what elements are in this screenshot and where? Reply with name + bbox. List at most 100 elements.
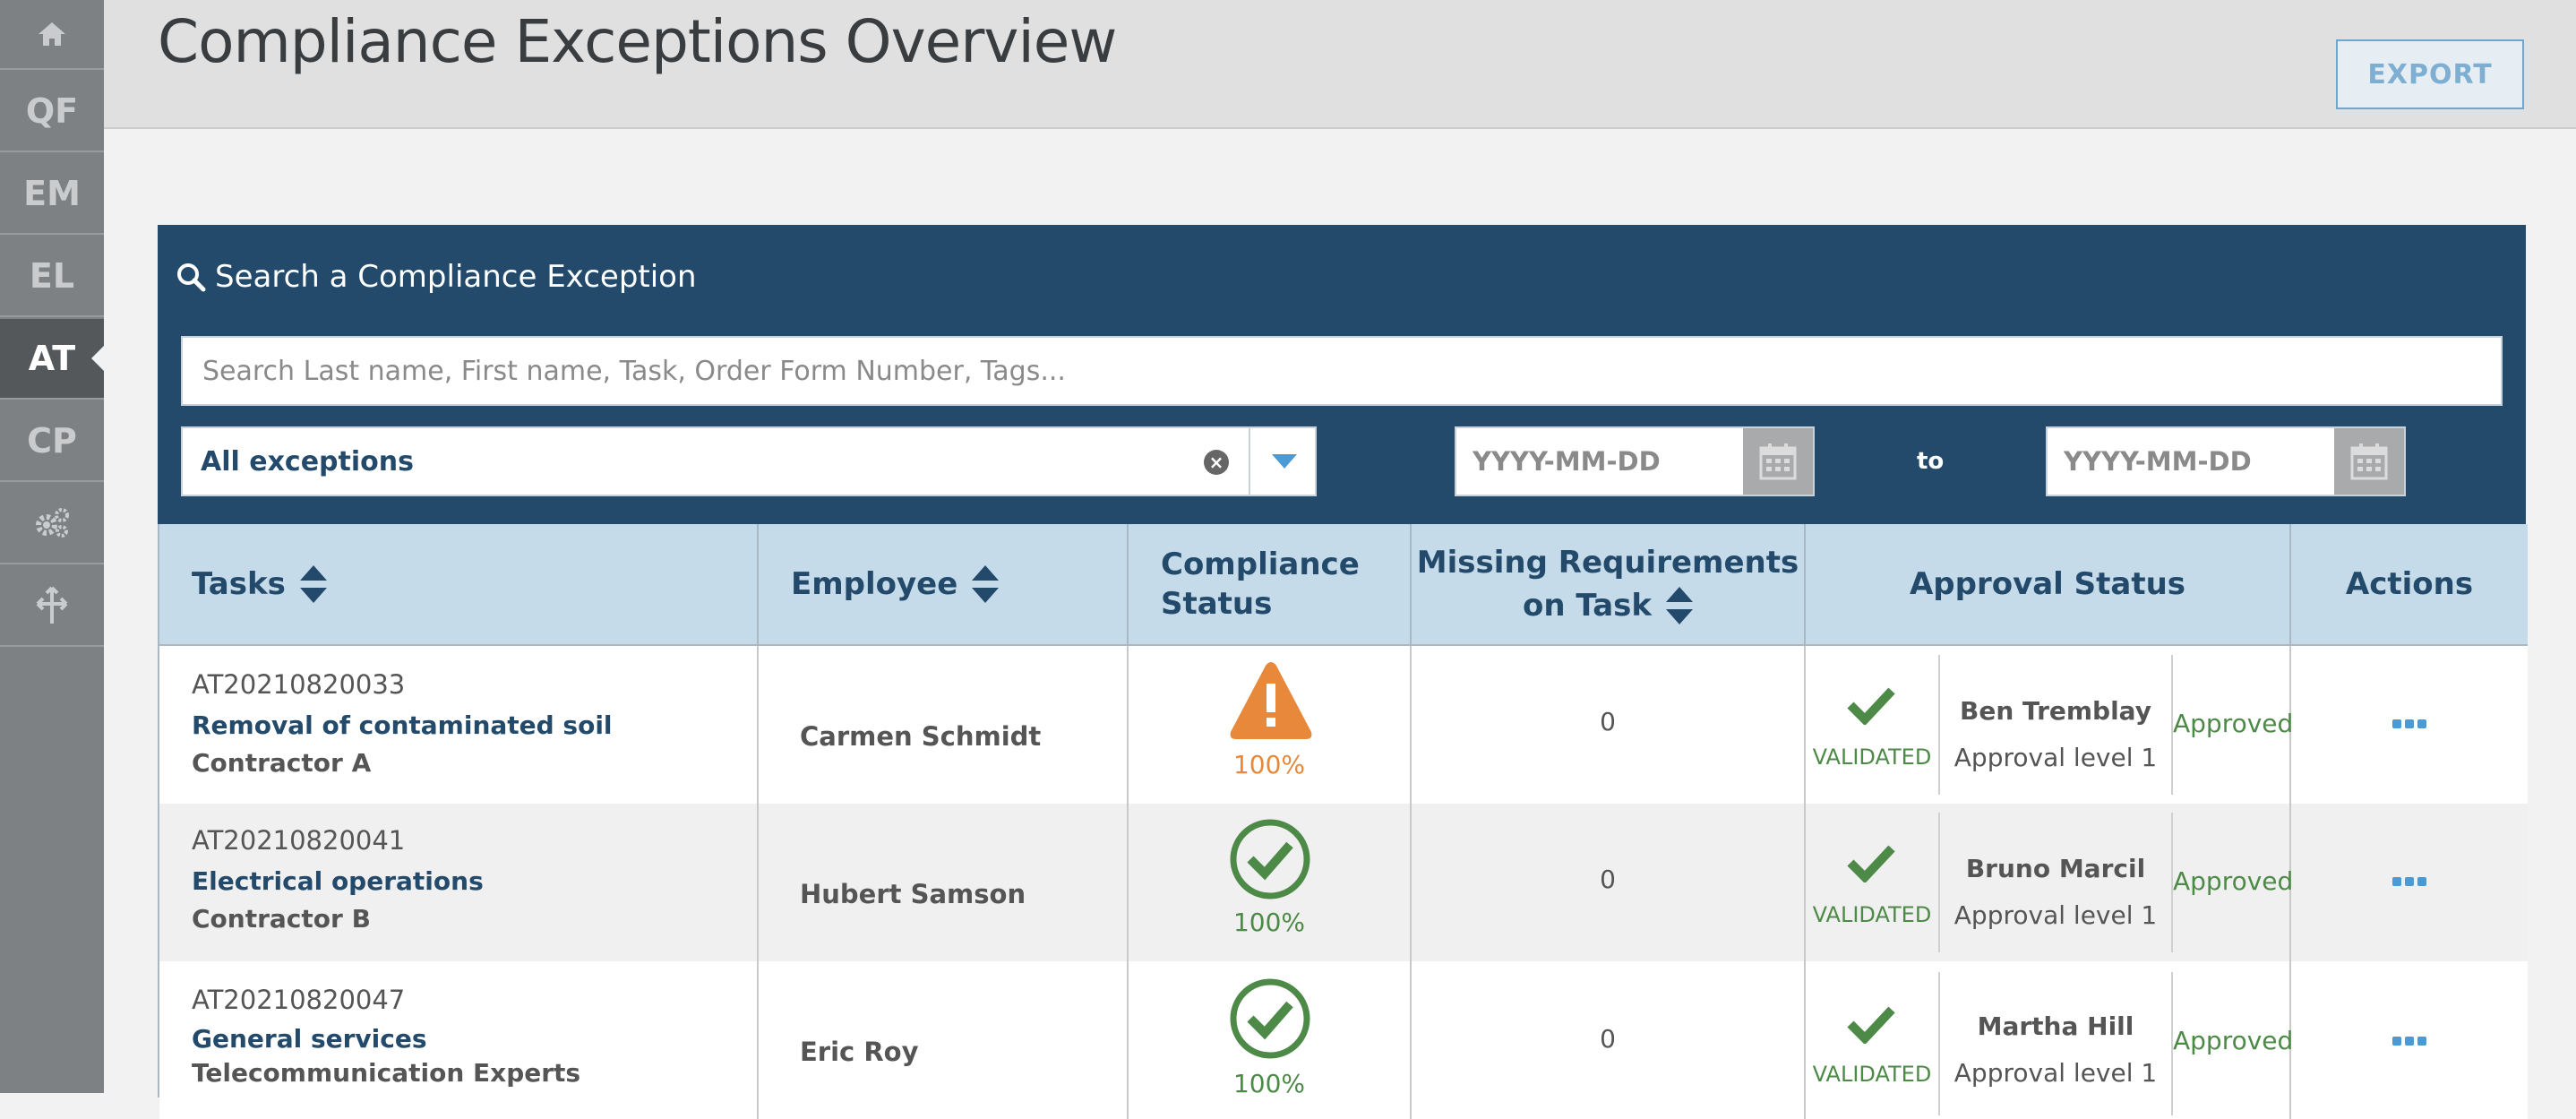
column-header-compliance: Compliance Status [1129,524,1412,644]
column-header-tasks[interactable]: Tasks [159,524,759,644]
employee-name: Hubert Samson [800,879,1026,909]
missing-count: 0 [1600,707,1616,736]
actions-cell [2291,646,2528,804]
approval-cell: VALIDATED Ben Tremblay Approval level 1 … [1806,646,2293,804]
validation-block: VALIDATED [1806,961,1938,1119]
column-header-employee[interactable]: Employee [759,524,1129,644]
table-row[interactable]: AT20210820033 Removal of contaminated so… [159,646,2528,804]
calendar-icon [2350,443,2388,480]
sidebar-item-label: AT [28,339,76,378]
status-badge: Approved [2173,1026,2294,1055]
approver-block: Bruno Marcil Approval level 1 [1940,804,2171,961]
date-from-calendar-button[interactable] [1743,428,1813,495]
approver-block: Ben Tremblay Approval level 1 [1940,646,2171,804]
task-cell: AT20210820047 General services Telecommu… [159,961,759,1119]
sidebar-item-move[interactable] [0,566,104,647]
sidebar-item-settings[interactable] [0,484,104,564]
search-icon [177,263,206,292]
task-cell: AT20210820041 Electrical operations Cont… [159,804,759,961]
chevron-down-icon [1272,454,1297,469]
task-contractor: Telecommunication Experts [192,1058,581,1088]
date-to-placeholder: YYYY-MM-DD [2064,446,2252,477]
validated-label: VALIDATED [1812,1062,1932,1087]
column-header-approval: Approval Status [1806,524,2291,644]
missing-count: 0 [1600,1024,1616,1054]
check-circle-icon [1230,819,1310,900]
sidebar-item-em[interactable]: EM [0,154,104,235]
approval-cell: VALIDATED Martha Hill Approval level 1 A… [1806,961,2294,1119]
task-name-link[interactable]: Electrical operations [192,866,484,896]
missing-count: 0 [1600,865,1616,894]
more-actions-icon[interactable] [2291,877,2528,886]
gears-icon [36,508,69,538]
sort-icon[interactable] [1666,587,1693,624]
sidebar-item-cp[interactable]: CP [0,401,104,482]
validation-block: VALIDATED [1806,646,1938,804]
column-header-missing[interactable]: Missing Requirements on Task [1412,524,1806,644]
task-name-link[interactable]: General services [192,1024,427,1054]
status-block: Approved [2173,804,2294,961]
date-range-to-label: to [1917,448,1945,475]
sidebar-item-label: CP [27,421,77,461]
sidebar: QF EM EL AT CP [0,0,104,1093]
compliance-cell: 100% [1129,804,1412,961]
sidebar-item-label: QF [25,91,79,131]
approval-cell: VALIDATED Bruno Marcil Approval level 1 … [1806,804,2294,961]
sort-icon[interactable] [299,565,327,603]
clear-icon[interactable]: × [1204,450,1229,475]
column-header-actions: Actions [2291,524,2528,644]
actions-cell [2291,804,2528,961]
date-to-field[interactable]: YYYY-MM-DD [2046,426,2406,496]
employee-name: Carmen Schmidt [800,721,1042,752]
column-header-line2: on Task [1523,584,1693,627]
approver-block: Martha Hill Approval level 1 [1940,961,2171,1119]
compliance-percent: 100% [1232,750,1306,779]
table-row[interactable]: AT20210820047 General services Telecommu… [159,961,2528,1119]
column-header-label: Compliance [1161,547,1360,582]
warning-icon [1230,662,1312,739]
date-to-calendar-button[interactable] [2334,428,2404,495]
search-input[interactable]: Search Last name, First name, Task, Orde… [181,336,2503,406]
task-name-link[interactable]: Removal of contaminated soil [192,710,613,740]
filter-value: All exceptions [201,445,414,478]
sidebar-item-at[interactable]: AT [0,319,104,400]
missing-cell: 0 [1412,961,1806,1119]
sidebar-item-qf[interactable]: QF [0,72,104,152]
task-id: AT20210820041 [192,825,406,856]
sidebar-item-home[interactable] [0,0,104,70]
validated-label: VALIDATED [1812,745,1932,770]
status-block: Approved [2173,961,2294,1119]
status-badge: Approved [2173,866,2294,896]
employee-cell: Carmen Schmidt [759,646,1129,804]
table-header: Tasks Employee Compliance Status Missing… [159,524,2528,646]
employee-name: Eric Roy [800,1037,919,1067]
date-from-field[interactable]: YYYY-MM-DD [1455,426,1815,496]
missing-cell: 0 [1412,646,1806,804]
exception-filter-select[interactable]: All exceptions × [181,426,1317,496]
check-circle-icon [1230,978,1310,1059]
sidebar-item-el[interactable]: EL [0,237,104,317]
employee-cell: Hubert Samson [759,804,1129,961]
task-cell: AT20210820033 Removal of contaminated so… [159,646,759,804]
calendar-icon [1759,443,1797,480]
checkmark-icon [1847,1006,1895,1044]
actions-cell [2291,961,2528,1119]
sidebar-item-label: EL [29,256,75,296]
exceptions-table: Tasks Employee Compliance Status Missing… [158,524,2528,1119]
search-panel: Search a Compliance Exception Search Las… [158,225,2526,524]
more-actions-icon[interactable] [2291,1037,2528,1046]
approval-level: Approval level 1 [1953,900,2158,930]
column-header-label: Actions [2345,566,2474,602]
task-contractor: Contractor A [192,748,372,778]
export-button[interactable]: EXPORT [2336,39,2524,109]
column-header-label: Tasks [192,566,286,602]
approver-name: Ben Tremblay [1960,696,2151,726]
sort-icon[interactable] [972,565,1000,603]
arrows-icon [36,586,68,624]
column-header-label: Status [1161,586,1273,622]
more-actions-icon[interactable] [2291,719,2528,728]
approver-name: Bruno Marcil [1965,854,2146,883]
search-heading: Search a Compliance Exception [176,259,697,295]
table-row[interactable]: AT20210820041 Electrical operations Cont… [159,804,2528,961]
dropdown-button[interactable] [1249,428,1318,495]
